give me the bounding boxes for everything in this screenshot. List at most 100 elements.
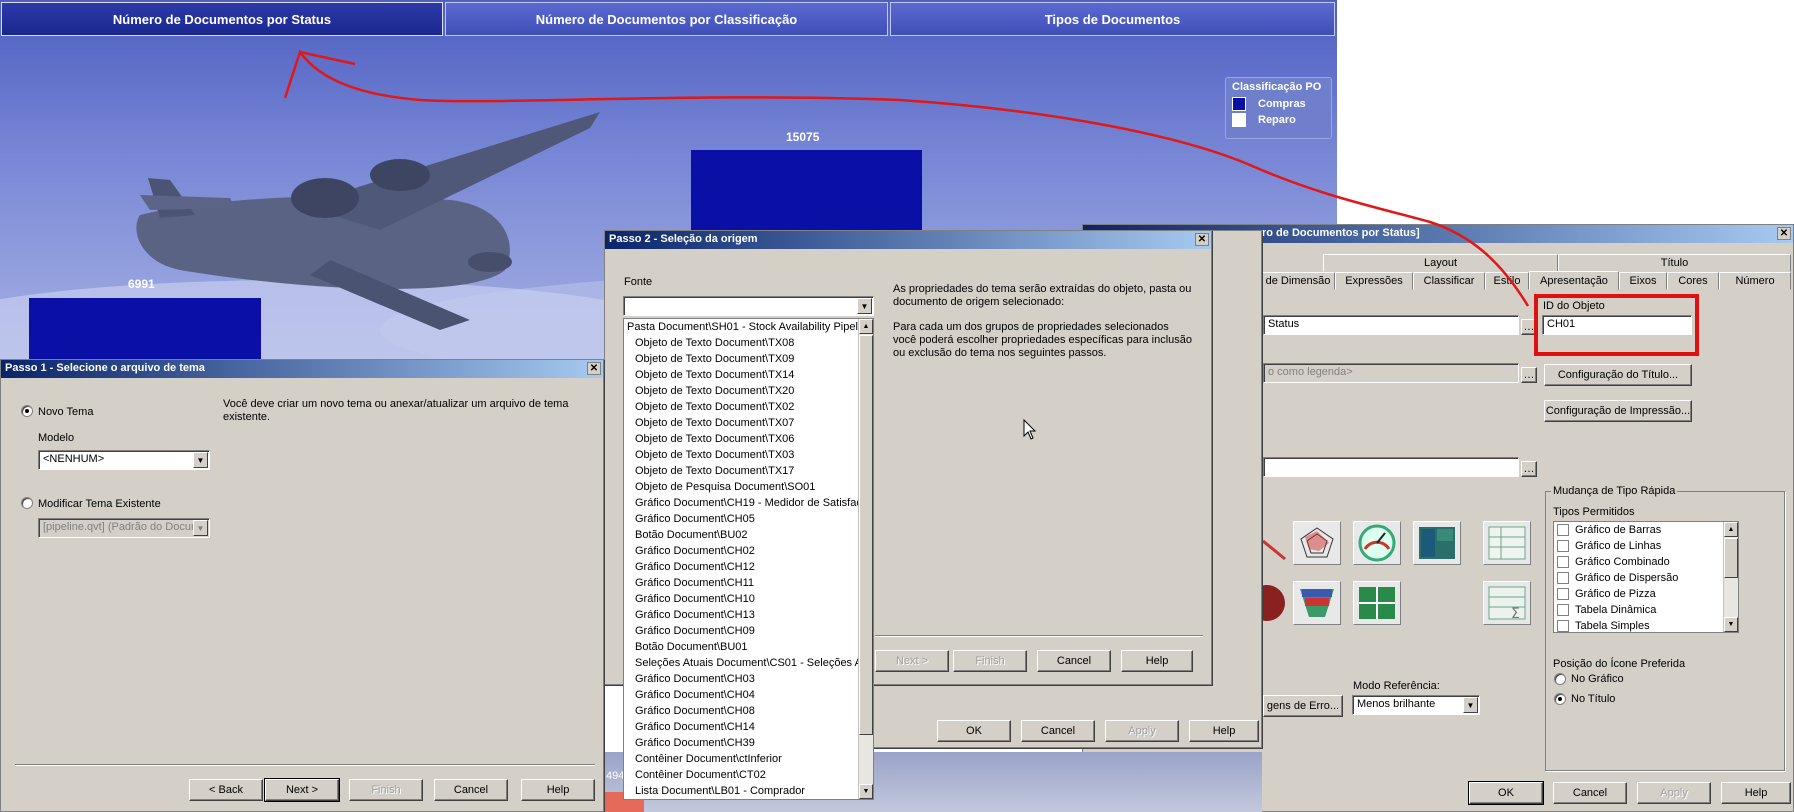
source-list-item[interactable]: Objeto de Texto Document\TX14 — [624, 367, 873, 383]
tipo-permitido-item[interactable]: Tabela Simples — [1554, 618, 1738, 632]
fonte-select[interactable]: ▼ — [623, 296, 874, 316]
checkbox[interactable] — [1557, 524, 1569, 537]
source-list-item[interactable]: Gráfico Document\CH02 — [624, 543, 873, 559]
source-list-item[interactable]: Gráfico Document\CH39 — [624, 735, 873, 751]
radar-chart-icon[interactable] — [1293, 521, 1341, 565]
gauge-chart-icon[interactable] — [1353, 521, 1401, 565]
source-list-item[interactable]: Objeto de Pesquisa Document\SO01 — [624, 479, 873, 495]
source-list-item[interactable]: Gráfico Document\CH10 — [624, 591, 873, 607]
tab-titulo[interactable]: Título — [1558, 254, 1791, 272]
novo-tema-radio[interactable] — [21, 405, 33, 417]
source-list-item[interactable]: Gráfico Document\CH05 — [624, 511, 873, 527]
no-grafico-radio[interactable] — [1554, 673, 1566, 685]
checkbox[interactable] — [1557, 620, 1569, 632]
passo1-finish-button[interactable]: Finish — [349, 779, 423, 801]
scroll-down-icon[interactable]: ▼ — [859, 784, 873, 799]
chevron-down-icon[interactable]: ▼ — [857, 298, 872, 314]
block-chart-icon[interactable] — [1413, 521, 1461, 565]
field-browse-button[interactable]: … — [1521, 461, 1537, 477]
modelo-select[interactable]: <NENHUM> ▼ — [38, 450, 210, 470]
source-list-item[interactable]: Objeto de Texto Document\TX03 — [624, 447, 873, 463]
tab-estilo[interactable]: Estilo — [1485, 272, 1529, 290]
funnel-chart-icon[interactable] — [1293, 581, 1341, 625]
tipos-scrollbar[interactable]: ▲ ▼ — [1723, 522, 1738, 632]
source-list-item[interactable]: Seleções Atuais Document\CS01 - Seleções… — [624, 655, 873, 671]
passo1-cancel-button[interactable]: Cancel — [434, 779, 508, 801]
scroll-thumb[interactable] — [1724, 538, 1738, 578]
scroll-up-icon[interactable]: ▲ — [1724, 522, 1738, 537]
pivot-table-icon[interactable] — [1483, 521, 1531, 565]
props-apply-button[interactable]: Apply — [1637, 782, 1711, 804]
passo2-finish-button[interactable]: Finish — [953, 650, 1027, 672]
back-ok-button[interactable]: OK — [937, 720, 1011, 742]
source-list-item[interactable]: Pasta Document\SH01 - Stock Availability… — [624, 319, 873, 335]
scroll-down-icon[interactable]: ▼ — [1724, 617, 1738, 632]
fonte-scrollbar[interactable]: ▲ ▼ — [858, 319, 873, 799]
combo-chart-icon-fragment[interactable] — [1263, 521, 1291, 565]
source-list-item[interactable]: Gráfico Document\CH19 - Medidor de Satis… — [624, 495, 873, 511]
tab-apresentacao[interactable]: Apresentação — [1529, 271, 1619, 290]
source-list-item[interactable]: Gráfico Document\CH04 — [624, 687, 873, 703]
tipo-permitido-item[interactable]: Gráfico de Dispersão — [1554, 570, 1738, 586]
checkbox[interactable] — [1557, 572, 1569, 585]
pie-chart-icon-fragment[interactable] — [1263, 581, 1291, 625]
scroll-thumb[interactable] — [859, 335, 873, 735]
tab-layout[interactable]: Layout — [1323, 254, 1558, 272]
field-input[interactable] — [1263, 457, 1519, 477]
tab-classificar[interactable]: Classificar — [1413, 272, 1485, 290]
props-help-button[interactable]: Help — [1721, 782, 1791, 804]
tab-dimensao[interactable]: de Dimensão — [1261, 272, 1335, 290]
passo1-back-button[interactable]: < Back — [189, 779, 263, 801]
chevron-down-icon[interactable]: ▼ — [1463, 697, 1478, 713]
tab-expressoes[interactable]: Expressões — [1335, 272, 1413, 290]
close-icon[interactable]: ✕ — [1777, 227, 1791, 240]
source-list-item[interactable]: Gráfico Document\CH13 — [624, 607, 873, 623]
grid-chart-icon[interactable] — [1353, 581, 1401, 625]
props-ok-button[interactable]: OK — [1468, 781, 1544, 805]
source-list-item[interactable]: Objeto de Texto Document\TX06 — [624, 431, 873, 447]
props-cancel-button[interactable]: Cancel — [1553, 782, 1627, 804]
fonte-dropdown-list[interactable]: Pasta Document\SH01 - Stock Availability… — [623, 318, 874, 800]
checkbox[interactable] — [1557, 604, 1569, 617]
source-list-item[interactable]: Gráfico Document\CH08 — [624, 703, 873, 719]
config-titulo-button[interactable]: Configuração do Título... — [1544, 364, 1692, 386]
source-list-item[interactable]: Gráfico Document\CH09 — [624, 623, 873, 639]
back-help-button[interactable]: Help — [1189, 720, 1259, 742]
modificar-tema-select[interactable]: [pipeline.qvt] (Padrão do Docum ▼ — [38, 518, 210, 538]
tipo-permitido-item[interactable]: Tabela Dinâmica — [1554, 602, 1738, 618]
source-list-item[interactable]: Contêiner Document\ctInferior — [624, 751, 873, 767]
modo-referencia-select[interactable]: Menos brilhante ▼ — [1352, 695, 1480, 715]
source-list-item[interactable]: Objeto de Texto Document\TX08 — [624, 335, 873, 351]
source-list-item[interactable]: Lista Document\LB01 - Comprador — [624, 783, 873, 799]
mensagens-erro-button[interactable]: gens de Erro... — [1263, 695, 1343, 717]
legend-browse-button[interactable]: … — [1521, 367, 1537, 383]
passo1-help-button[interactable]: Help — [521, 779, 595, 801]
straight-table-icon[interactable]: Σ — [1483, 581, 1531, 625]
config-impressao-button[interactable]: Configuração de Impressão... — [1544, 400, 1692, 422]
modificar-tema-radio[interactable] — [21, 497, 33, 509]
close-icon[interactable]: ✕ — [587, 362, 601, 375]
tab-cores[interactable]: Cores — [1667, 272, 1719, 290]
legend-input[interactable]: o como legenda> — [1263, 363, 1519, 383]
checkbox[interactable] — [1557, 540, 1569, 553]
passo2-next-button[interactable]: Next > — [875, 650, 949, 672]
tab-tipos[interactable]: Tipos de Documentos — [890, 2, 1335, 36]
back-cancel-button[interactable]: Cancel — [1021, 720, 1095, 742]
no-titulo-radio[interactable] — [1554, 693, 1566, 705]
source-list-item[interactable]: Gráfico Document\CH11 — [624, 575, 873, 591]
source-list-item[interactable]: Botão Document\BU01 — [624, 639, 873, 655]
chevron-down-icon[interactable]: ▼ — [193, 520, 208, 536]
source-list-item[interactable]: Objeto de Texto Document\TX07 — [624, 415, 873, 431]
tab-classificacao[interactable]: Número de Documentos por Classificação — [445, 2, 888, 36]
close-icon[interactable]: ✕ — [1195, 233, 1209, 246]
checkbox[interactable] — [1557, 556, 1569, 569]
tab-status[interactable]: Número de Documentos por Status — [1, 2, 443, 36]
tab-eixos[interactable]: Eixos — [1619, 272, 1667, 290]
title-input[interactable]: Status — [1263, 315, 1519, 335]
source-list-item[interactable]: Objeto de Texto Document\TX20 — [624, 383, 873, 399]
source-list-item[interactable]: Gráfico Document\CH14 — [624, 719, 873, 735]
passo2-help-button[interactable]: Help — [1121, 650, 1193, 672]
scroll-up-icon[interactable]: ▲ — [859, 319, 873, 334]
tipo-permitido-item[interactable]: Gráfico de Barras — [1554, 522, 1738, 538]
source-list-item[interactable]: Objeto de Texto Document\TX02 — [624, 399, 873, 415]
